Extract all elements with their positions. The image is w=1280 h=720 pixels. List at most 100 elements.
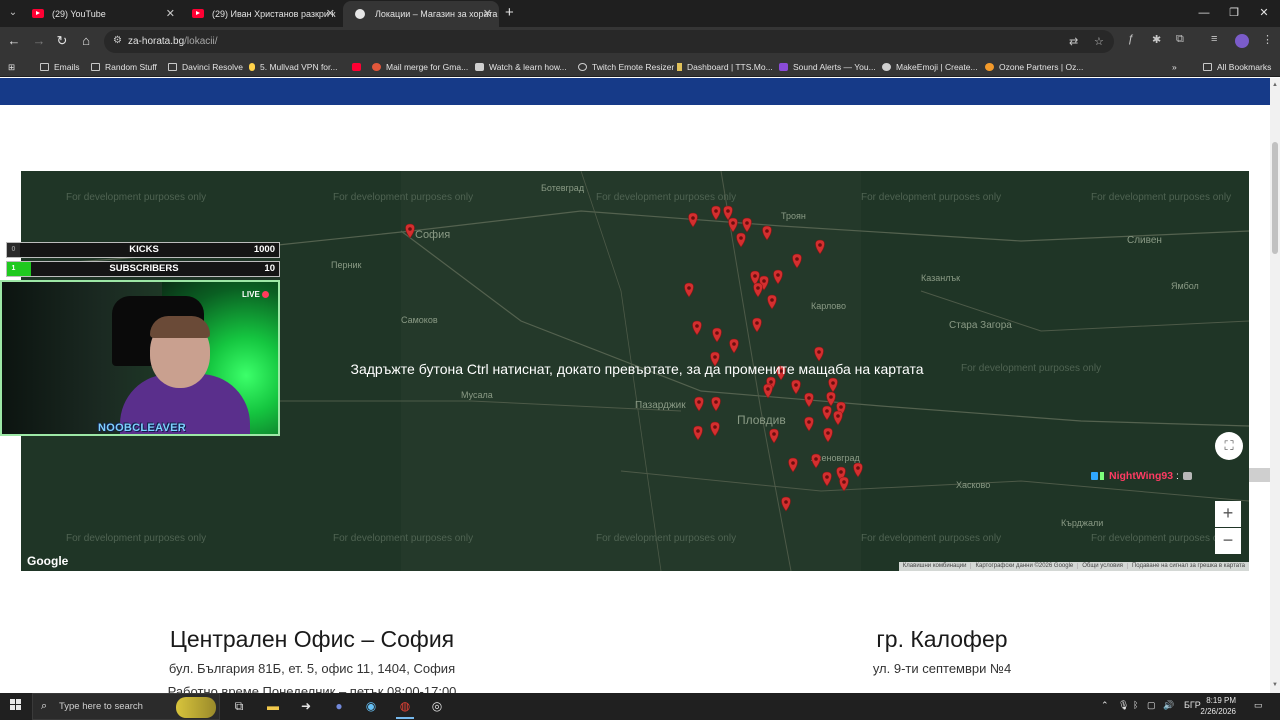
tab-video[interactable]: (29) Иван Христанов разкри к ✕ [180,1,342,27]
location-pin-dot [731,221,735,225]
minimize-icon[interactable]: — [1194,4,1214,22]
kebab-menu-icon[interactable]: ⋮ [1262,33,1273,46]
back-arrow-icon[interactable]: ← [6,33,22,49]
close-icon[interactable]: ✕ [166,1,175,27]
location-pin-dot [696,429,700,433]
reload-icon[interactable]: ↻ [54,33,70,49]
chrome-icon[interactable]: ◍ [396,698,414,715]
profile-avatar[interactable] [1235,34,1249,48]
svg-text:For development purposes only: For development purposes only [1091,192,1231,203]
extension-font-icon[interactable]: ƒ [1128,33,1134,45]
app-arrow-icon[interactable]: ➜ [297,698,315,715]
close-window-icon[interactable]: ✕ [1254,4,1274,22]
report-error-link[interactable]: Подаване на сигнал за грешка в картата [1126,563,1249,569]
location-pin-dot [765,229,769,233]
svg-text:Сливен: Сливен [1127,235,1162,246]
bookmark-sound-alerts[interactable]: Sound Alerts — You... [779,60,876,74]
office-kalofer-address: ул. 9-ти септември №4 [872,661,1012,676]
svg-text:For development purposes only: For development purposes only [333,533,473,544]
home-icon[interactable]: ⌂ [78,33,94,49]
tab-locations[interactable]: Локации – Магазин за хората ✕ [343,1,499,27]
bookmark-label: Ozone Partners | Oz... [999,62,1084,72]
media-control-icon[interactable]: ≡ [1211,33,1217,45]
bookmark-youtube[interactable] [352,60,366,74]
clock-time: 8:19 PM [1206,696,1236,705]
tab-title: Локации – Магазин за хората [375,9,498,19]
location-pin-dot [807,420,811,424]
extension-bug-icon[interactable]: ✱ [1152,33,1161,46]
bookmark-emails[interactable]: Emails [40,60,80,74]
url-domain: za-horata.bg [128,36,185,47]
map-zoom-out-button[interactable]: − [1215,528,1241,554]
url-text: za-horata.bg/lokacii/ [128,36,218,47]
microphone-icon[interactable]: 🎙 [1118,700,1129,711]
location-pin-dot [770,298,774,302]
taskbar-search-placeholder: Type here to search [59,701,143,712]
bookmark-label: Random Stuff [105,62,157,72]
tab-youtube[interactable]: (29) YouTube ✕ [20,1,182,27]
file-explorer-icon[interactable]: ▬ [264,698,282,715]
live-badge: LIVE [242,290,269,299]
scroll-up-arrow-icon[interactable]: ▲ [1272,82,1278,88]
new-tab-plus-icon[interactable]: + [505,4,519,22]
task-view-icon[interactable]: ⧉ [230,698,248,715]
all-bookmarks[interactable]: All Bookmarks [1203,60,1271,74]
makeemoji-icon [882,63,891,71]
more-bookmarks-chevron-icon[interactable]: » [1172,60,1177,74]
address-toolbar: ← → ↻ ⌂ ⚙ za-horata.bg/lokacii/ ⇄ ☆ ƒ ✱ … [0,27,1280,56]
bookmark-ozone[interactable]: Ozone Partners | Oz... [985,60,1083,74]
globe-icon [355,9,365,19]
close-icon[interactable]: ✕ [326,1,335,27]
discord-icon[interactable]: ● [330,698,348,715]
keyboard-shortcuts-link[interactable]: Клавишни комбинации [899,563,971,569]
folder-icon [168,63,177,71]
map-zoom-in-button[interactable]: + [1215,501,1241,527]
windows-start-icon[interactable] [10,699,22,711]
extensions-puzzle-icon[interactable]: ⧉ [1176,33,1184,46]
location-pin-dot [829,395,833,399]
bookmark-makeemoji[interactable]: MakeEmoji | Create... [882,60,978,74]
map-fullscreen-icon[interactable]: ⛶ [1215,432,1243,460]
bluetooth-icon[interactable]: ᛒ [1133,700,1138,710]
bookmark-twitch-resizer[interactable]: Twitch Emote Resizer [578,60,674,74]
scroll-down-arrow-icon[interactable]: ▼ [1272,682,1278,688]
tray-chevron-icon[interactable]: ⌃ [1101,700,1109,711]
tab-title: (29) YouTube [52,9,106,19]
notifications-icon[interactable]: ▭ [1254,700,1263,711]
chat-tray-icon[interactable]: ▢ [1147,700,1156,711]
url-omnibox[interactable]: ⚙ za-horata.bg/lokacii/ ⇄ ☆ [104,30,1114,53]
bookmark-watch[interactable]: Watch & learn how... [475,60,567,74]
close-icon[interactable]: ✕ [483,1,492,27]
bookmark-davinci[interactable]: Davinci Resolve [168,60,243,74]
site-header-strip [0,78,1270,105]
bookmark-random-stuff[interactable]: Random Stuff [91,60,157,74]
bookmark-tts[interactable]: Dashboard | TTS.Mo... [677,60,773,74]
location-pin-dot [715,331,719,335]
volume-icon[interactable]: 🔊 [1163,700,1174,711]
obs-icon[interactable]: ◎ [428,698,446,715]
page-scrollbar[interactable]: ▲ ▼ [1270,78,1280,693]
taskbar-search-box[interactable]: ⌕ Type here to search [32,693,220,720]
svg-text:For development purposes only: For development purposes only [861,533,1001,544]
bookmark-mullvad[interactable]: 5. Mullvad VPN for... [249,60,337,74]
bookmark-mail-merge[interactable]: Mail merge for Gma... [372,60,468,74]
location-pin-dot [714,209,718,213]
location-pin-dot [817,350,821,354]
sound-alerts-icon [779,63,788,71]
translate-icon[interactable]: ⇄ [1069,35,1078,48]
goal-value: 10 [264,263,275,274]
taskbar-clock[interactable]: 8:19 PM 2/26/2026 [1196,695,1236,717]
ozone-icon [985,63,994,71]
site-info-icon[interactable]: ⚙ [113,35,122,46]
chat-overlay-edge [1249,468,1270,482]
forward-arrow-icon[interactable]: → [31,33,47,49]
restore-icon[interactable]: ❐ [1224,4,1244,22]
bookmark-star-icon[interactable]: ☆ [1094,35,1104,48]
apps-grid-icon[interactable]: ⊞ [8,60,15,74]
steam-icon[interactable]: ◉ [362,698,380,715]
bookmark-label: Watch & learn how... [489,62,567,72]
terms-link[interactable]: Общи условия [1077,563,1127,569]
scrollbar-thumb[interactable] [1272,142,1278,254]
map-attribution: Клавишни комбинации Картографски данни ©2… [898,562,1249,571]
location-pin-dot [856,466,860,470]
